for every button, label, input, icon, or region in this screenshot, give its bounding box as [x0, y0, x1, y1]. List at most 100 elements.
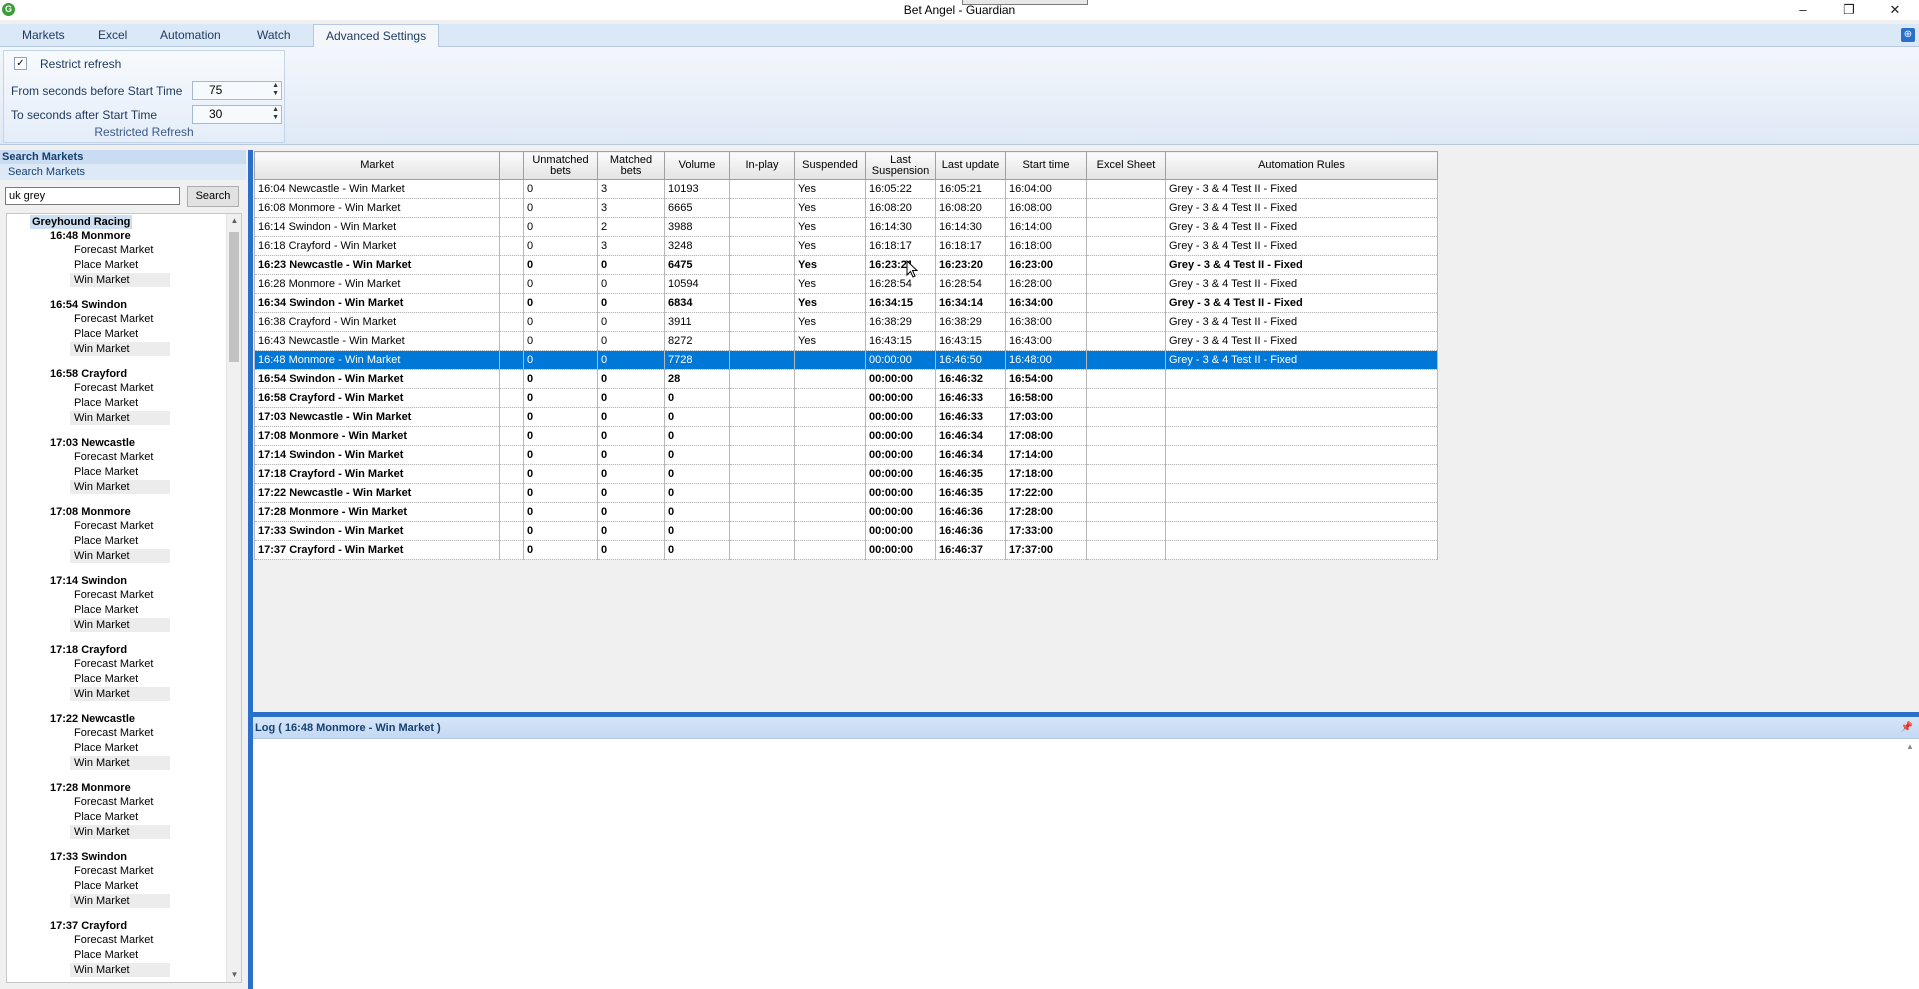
- tree-market-item[interactable]: Forecast Market: [70, 450, 153, 464]
- market-row[interactable]: 16:23 Newcastle - Win Market 0 0 6475 Yes 16:…: [254, 255, 1438, 275]
- market-row[interactable]: 16:04 Newcastle - Win Market 0 3 10193 Yes 16…: [254, 179, 1438, 199]
- minimize-button[interactable]: –: [1780, 0, 1826, 20]
- market-row[interactable]: 16:38 Crayford - Win Market 0 0 3911 Yes 16:3…: [254, 312, 1438, 332]
- market-row[interactable]: 17:14 Swindon - Win Market 0 0 0 00:00:00 16:…: [254, 445, 1438, 465]
- column-header[interactable]: In-play: [729, 151, 795, 180]
- market-row[interactable]: 17:22 Newcastle - Win Market 0 0 0 00:00:00 1…: [254, 483, 1438, 503]
- market-row[interactable]: 17:37 Crayford - Win Market 0 0 0 00:00:00 16…: [254, 540, 1438, 560]
- market-row[interactable]: 16:54 Swindon - Win Market 0 0 28 00:00:00 16…: [254, 369, 1438, 389]
- tree-market-item[interactable]: Place Market: [70, 672, 138, 686]
- column-header[interactable]: Automation Rules: [1165, 151, 1438, 180]
- tree-race-item[interactable]: 17:28 Monmore: [50, 781, 131, 795]
- from-seconds-stepper[interactable]: 75 ▲ ▼: [192, 81, 282, 100]
- stepper-arrows-icon[interactable]: ▲ ▼: [272, 82, 279, 98]
- tree-market-item[interactable]: Place Market: [70, 810, 138, 824]
- market-row[interactable]: 16:58 Crayford - Win Market 0 0 0 00:00:00 16…: [254, 388, 1438, 408]
- restrict-refresh-checkbox[interactable]: ✓: [14, 57, 27, 70]
- tab-automation[interactable]: Automation: [148, 24, 233, 47]
- tree-market-item[interactable]: Place Market: [70, 879, 138, 893]
- tree-market-item[interactable]: Place Market: [70, 603, 138, 617]
- tree-race-item[interactable]: 16:54 Swindon: [50, 298, 127, 312]
- tree-market-item[interactable]: Forecast Market: [70, 657, 153, 671]
- scroll-up-icon[interactable]: ▲: [1906, 742, 1914, 751]
- tree-market-item[interactable]: Win Market: [70, 342, 170, 356]
- tree-market-item[interactable]: Forecast Market: [70, 933, 153, 947]
- market-row[interactable]: 16:43 Newcastle - Win Market 0 0 8272 Yes 16:…: [254, 331, 1438, 351]
- market-row[interactable]: 16:08 Monmore - Win Market 0 3 6665 Yes 16:08…: [254, 198, 1438, 218]
- tree-market-item[interactable]: Place Market: [70, 741, 138, 755]
- tree-market-item[interactable]: Win Market: [70, 618, 170, 632]
- tree-market-item[interactable]: Place Market: [70, 258, 138, 272]
- market-row[interactable]: 16:34 Swindon - Win Market 0 0 6834 Yes 16:34…: [254, 293, 1438, 313]
- tree-market-item[interactable]: Forecast Market: [70, 243, 153, 257]
- tree-race-item[interactable]: 17:33 Swindon: [50, 850, 127, 864]
- tree-market-item[interactable]: Win Market: [70, 480, 170, 494]
- tree-market-item[interactable]: Forecast Market: [70, 381, 153, 395]
- to-seconds-stepper[interactable]: 30 ▲ ▼: [192, 105, 282, 124]
- tree-market-item[interactable]: Forecast Market: [70, 519, 153, 533]
- tree-market-item[interactable]: Win Market: [70, 963, 170, 977]
- column-header[interactable]: Matched bets: [597, 151, 665, 180]
- tree-market-item[interactable]: Place Market: [70, 327, 138, 341]
- tree-category-greyhound-racing[interactable]: Greyhound Racing: [30, 215, 133, 229]
- market-row[interactable]: 17:18 Crayford - Win Market 0 0 0 00:00:00 16…: [254, 464, 1438, 484]
- column-header[interactable]: Last update: [935, 151, 1006, 180]
- tree-market-item[interactable]: Place Market: [70, 465, 138, 479]
- search-button[interactable]: Search: [187, 186, 239, 207]
- tree-race-item[interactable]: 17:22 Newcastle: [50, 712, 135, 726]
- tree-race-item[interactable]: 17:18 Crayford: [50, 643, 127, 657]
- scroll-down-icon[interactable]: ▼: [227, 968, 241, 982]
- column-header[interactable]: [499, 151, 524, 180]
- tree-market-item[interactable]: Win Market: [70, 411, 170, 425]
- market-tree[interactable]: Greyhound Racing 16:48 Monmore Forecast Ma…: [6, 213, 242, 983]
- tree-market-item[interactable]: Win Market: [70, 894, 170, 908]
- market-row[interactable]: 17:08 Monmore - Win Market 0 0 0 00:00:00 16:…: [254, 426, 1438, 446]
- tree-market-item[interactable]: Forecast Market: [70, 588, 153, 602]
- tree-market-item[interactable]: Forecast Market: [70, 726, 153, 740]
- market-row[interactable]: 16:48 Monmore - Win Market 0 0 7728 00:00:00…: [254, 350, 1438, 370]
- tree-market-item[interactable]: Win Market: [70, 273, 170, 287]
- tree-market-item[interactable]: Forecast Market: [70, 312, 153, 326]
- tree-market-item[interactable]: Place Market: [70, 534, 138, 548]
- tree-race-item[interactable]: 16:48 Monmore: [50, 229, 131, 243]
- tree-scrollbar[interactable]: ▲ ▼: [226, 214, 241, 982]
- column-header[interactable]: Volume: [664, 151, 730, 180]
- tab-advanced-settings[interactable]: Advanced Settings: [313, 24, 440, 48]
- market-row[interactable]: 17:28 Monmore - Win Market 0 0 0 00:00:00 16:…: [254, 502, 1438, 522]
- market-row[interactable]: 16:28 Monmore - Win Market 0 0 10594 Yes 16:2…: [254, 274, 1438, 294]
- tree-race-item[interactable]: 16:58 Crayford: [50, 367, 127, 381]
- tree-market-item[interactable]: Win Market: [70, 756, 170, 770]
- tree-market-item[interactable]: Forecast Market: [70, 864, 153, 878]
- market-row[interactable]: 16:18 Crayford - Win Market 0 3 3248 Yes 16:1…: [254, 236, 1438, 256]
- tab-markets[interactable]: Markets: [10, 24, 77, 47]
- tree-race-item[interactable]: 17:03 Newcastle: [50, 436, 135, 450]
- tab-watch[interactable]: Watch: [245, 24, 303, 47]
- market-row[interactable]: 17:03 Newcastle - Win Market 0 0 0 00:00:00 1…: [254, 407, 1438, 427]
- pin-icon[interactable]: 📌: [1901, 722, 1913, 733]
- column-header[interactable]: Excel Sheet: [1086, 151, 1166, 180]
- scroll-thumb[interactable]: [229, 232, 239, 362]
- tree-market-item[interactable]: Forecast Market: [70, 795, 153, 809]
- restore-button[interactable]: ❐: [1826, 0, 1872, 20]
- scroll-up-icon[interactable]: ▲: [227, 214, 241, 228]
- tree-race-item[interactable]: 17:08 Monmore: [50, 505, 131, 519]
- tree-market-item[interactable]: Place Market: [70, 948, 138, 962]
- close-button[interactable]: ✕: [1872, 0, 1918, 20]
- tree-market-item[interactable]: Win Market: [70, 549, 170, 563]
- market-row[interactable]: 16:14 Swindon - Win Market 0 2 3988 Yes 16:14…: [254, 217, 1438, 237]
- tab-excel[interactable]: Excel: [86, 24, 139, 47]
- tree-market-item[interactable]: Win Market: [70, 825, 170, 839]
- column-header[interactable]: Unmatched bets: [523, 151, 598, 180]
- column-header[interactable]: Suspended: [794, 151, 866, 180]
- stepper-arrows-icon[interactable]: ▲ ▼: [272, 106, 279, 122]
- column-header[interactable]: Start time: [1005, 151, 1087, 180]
- market-row[interactable]: 17:33 Swindon - Win Market 0 0 0 00:00:00 16:…: [254, 521, 1438, 541]
- log-scrollbar[interactable]: ▲: [1902, 739, 1919, 989]
- tree-race-item[interactable]: 17:14 Swindon: [50, 574, 127, 588]
- ribbon-options-icon[interactable]: ⊕: [1901, 28, 1915, 42]
- search-input[interactable]: uk grey: [5, 187, 180, 205]
- tree-market-item[interactable]: Win Market: [70, 687, 170, 701]
- tree-market-item[interactable]: Place Market: [70, 396, 138, 410]
- column-header[interactable]: Last Suspension: [865, 151, 936, 180]
- tree-race-item[interactable]: 17:37 Crayford: [50, 919, 127, 933]
